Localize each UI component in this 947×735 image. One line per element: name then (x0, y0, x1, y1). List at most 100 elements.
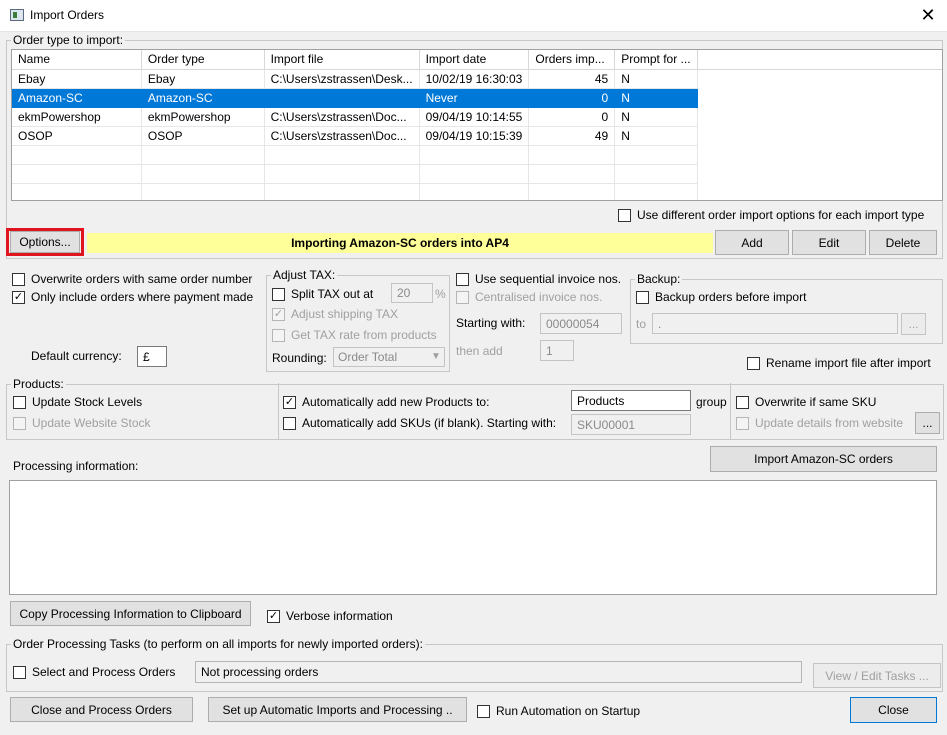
backup-legend: Backup: (637, 272, 681, 286)
processing-status-field: Not processing orders (195, 661, 802, 683)
backup-orders-label: Backup orders before import (655, 290, 807, 304)
select-process-orders-label: Select and Process Orders (32, 665, 176, 679)
default-currency-input[interactable]: £ (137, 346, 167, 367)
default-currency-label: Default currency: (31, 349, 122, 363)
close-button[interactable]: Close (850, 697, 937, 723)
cell-orders: 45 (528, 69, 616, 89)
auto-add-skus-checkbox[interactable]: Automatically add SKUs (if blank). Start… (283, 416, 556, 430)
cell-type: Ebay (141, 69, 265, 89)
edit-button[interactable]: Edit (792, 230, 866, 255)
processing-info-textarea[interactable] (9, 480, 937, 595)
copy-to-clipboard-button[interactable]: Copy Processing Information to Clipboard (10, 601, 251, 626)
col-filler-header (697, 50, 942, 70)
view-edit-tasks-button[interactable]: View / Edit Tasks ... (813, 663, 941, 688)
run-automation-checkbox[interactable]: Run Automation on Startup (477, 704, 640, 718)
check-icon: ✓ (12, 290, 25, 304)
col-import-file-header[interactable]: Import file (264, 50, 420, 70)
table-row[interactable]: OSOP OSOP C:\Users\zstrassen\Doc... 09/0… (12, 126, 942, 146)
backup-orders-checkbox[interactable]: Backup orders before import (636, 290, 806, 304)
checkbox-box (12, 272, 25, 286)
overwrite-orders-checkbox[interactable]: Overwrite orders with same order number (12, 272, 252, 286)
tax-rate-input[interactable]: 20 (391, 283, 433, 303)
split-tax-label: Split TAX out at (291, 287, 374, 301)
update-details-label: Update details from website (755, 416, 904, 430)
checkbox-box (636, 290, 649, 304)
table-header: Name Order type Import file Import date … (12, 50, 942, 70)
processing-info-label: Processing information: (13, 459, 139, 473)
import-orders-button[interactable]: Import Amazon-SC orders (710, 446, 937, 472)
options-button[interactable]: Options... (10, 231, 80, 253)
cell-date: 10/02/19 16:30:03 (419, 69, 530, 89)
group-label: group (696, 395, 727, 409)
overwrite-sku-label: Overwrite if same SKU (755, 395, 877, 409)
update-website-stock-checkbox[interactable]: Update Website Stock (13, 416, 151, 430)
update-stock-label: Update Stock Levels (32, 395, 143, 409)
rounding-select[interactable]: Order Total ▼ (333, 347, 445, 367)
setup-automatic-imports-button[interactable]: Set up Automatic Imports and Processing … (208, 697, 467, 722)
cell-name: Ebay (12, 69, 142, 89)
order-type-grid: Name Order type Import file Import date … (12, 50, 942, 200)
cell-orders: 49 (528, 126, 616, 146)
col-order-type-header[interactable]: Order type (141, 50, 265, 70)
checkbox-box (477, 704, 490, 718)
cell-file: C:\Users\zstrassen\Doc... (264, 107, 420, 127)
order-type-table[interactable]: Name Order type Import file Import date … (11, 49, 943, 201)
col-orders-imported-header[interactable]: Orders imp... (528, 50, 616, 70)
update-website-stock-label: Update Website Stock (32, 416, 151, 430)
cell-name: OSOP (12, 126, 142, 146)
check-icon: ✓ (267, 609, 280, 623)
select-process-orders-checkbox[interactable]: Select and Process Orders (13, 665, 175, 679)
invoice-start-input[interactable]: 00000054 (540, 313, 622, 334)
table-row[interactable]: Ebay Ebay C:\Users\zstrassen\Desk... 10/… (12, 69, 942, 89)
checkbox-box (283, 416, 296, 430)
col-import-date-header[interactable]: Import date (419, 50, 530, 70)
import-banner: Importing Amazon-SC orders into AP4 (87, 233, 713, 253)
order-type-legend: Order type to import: (13, 33, 124, 47)
app-icon (10, 9, 24, 21)
rounding-label: Rounding: (272, 351, 327, 365)
empty-row (12, 183, 942, 200)
cell-type: ekmPowershop (141, 107, 265, 127)
checkbox-box (618, 208, 631, 222)
only-paid-orders-label: Only include orders where payment made (31, 290, 254, 304)
update-details-checkbox[interactable]: Update details from website (736, 416, 903, 430)
verbose-info-checkbox[interactable]: ✓ Verbose information (267, 609, 393, 623)
close-window-icon[interactable]: ✕ (915, 4, 941, 26)
centralised-invoice-checkbox[interactable]: Centralised invoice nos. (456, 290, 602, 304)
sequential-invoice-checkbox[interactable]: Use sequential invoice nos. (456, 272, 621, 286)
overwrite-sku-checkbox[interactable]: Overwrite if same SKU (736, 395, 876, 409)
split-tax-checkbox[interactable]: Split TAX out at (272, 287, 373, 301)
empty-row (12, 164, 942, 184)
update-details-browse-button[interactable]: ... (915, 412, 940, 434)
use-different-options-checkbox[interactable]: Use different order import options for e… (618, 208, 924, 222)
col-prompt-header[interactable]: Prompt for ... (614, 50, 698, 70)
col-name-header[interactable]: Name (12, 50, 142, 70)
products-divider (278, 383, 279, 440)
rename-import-file-checkbox[interactable]: Rename import file after import (747, 356, 931, 370)
overwrite-orders-label: Overwrite orders with same order number (31, 272, 253, 286)
cell-type: OSOP (141, 126, 265, 146)
auto-add-products-label: Automatically add new Products to: (302, 395, 490, 409)
cell-file: C:\Users\zstrassen\Doc... (264, 126, 420, 146)
table-row-selected[interactable]: Amazon-SC Amazon-SC Never 0 N (12, 88, 942, 108)
products-group-input[interactable]: Products (571, 390, 691, 411)
add-button[interactable]: Add (715, 230, 789, 255)
check-icon: ✓ (272, 307, 285, 321)
auto-add-skus-label: Automatically add SKUs (if blank). Start… (302, 416, 557, 430)
cell-prompt: N (614, 107, 698, 127)
adjust-shipping-tax-checkbox[interactable]: ✓ Adjust shipping TAX (272, 307, 398, 321)
update-stock-checkbox[interactable]: Update Stock Levels (13, 395, 142, 409)
checkbox-box (13, 665, 26, 679)
get-tax-rate-checkbox[interactable]: Get TAX rate from products (272, 328, 437, 342)
backup-browse-button[interactable]: ... (901, 313, 926, 335)
only-paid-orders-checkbox[interactable]: ✓ Only include orders where payment made (12, 290, 253, 304)
run-automation-label: Run Automation on Startup (496, 704, 641, 718)
backup-path-input[interactable]: . (652, 313, 898, 334)
sku-start-input[interactable]: SKU00001 (571, 414, 691, 435)
sequential-invoice-label: Use sequential invoice nos. (475, 272, 622, 286)
auto-add-products-checkbox[interactable]: ✓ Automatically add new Products to: (283, 395, 489, 409)
delete-button[interactable]: Delete (869, 230, 937, 255)
table-row[interactable]: ekmPowershop ekmPowershop C:\Users\zstra… (12, 107, 942, 127)
close-and-process-button[interactable]: Close and Process Orders (10, 697, 193, 722)
invoice-increment-input[interactable]: 1 (540, 340, 574, 361)
